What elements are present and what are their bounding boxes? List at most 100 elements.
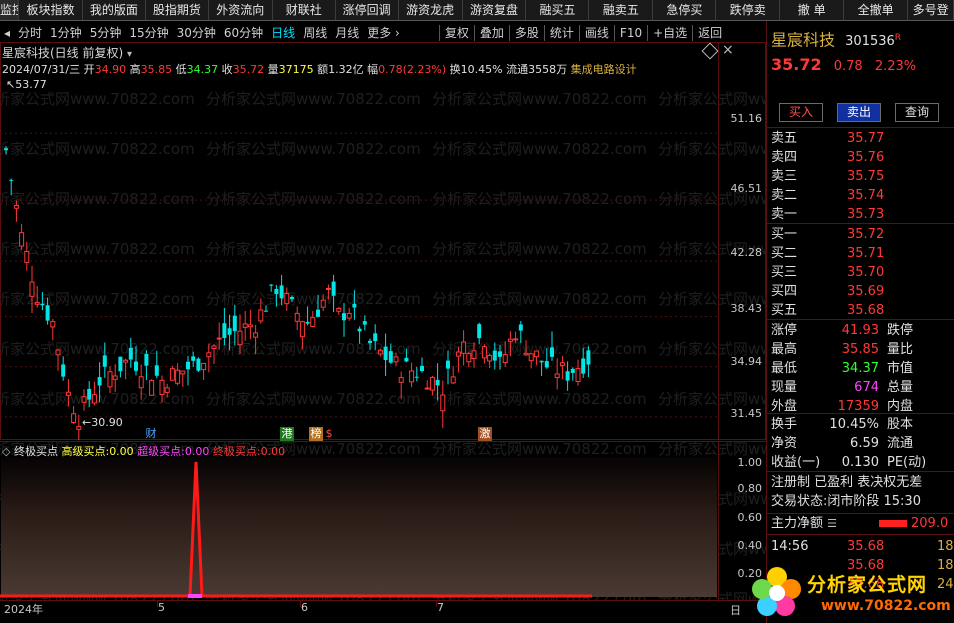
toolbar-button[interactable]: 外资流向 bbox=[209, 0, 273, 20]
candle-body bbox=[352, 303, 357, 308]
candle-body bbox=[398, 377, 404, 383]
period-tab[interactable]: 分时 bbox=[14, 24, 46, 42]
bids-row[interactable]: 买一 35.72 bbox=[771, 225, 951, 244]
period-tab[interactable]: 5分钟 bbox=[86, 24, 126, 42]
chart-tool-button[interactable]: 复权 bbox=[441, 24, 473, 42]
period-tab[interactable]: 月线 bbox=[331, 24, 363, 42]
asks-row[interactable]: 卖三 35.75 bbox=[771, 167, 951, 186]
candle-body bbox=[513, 338, 519, 341]
chart-tool-button[interactable]: +自选 bbox=[649, 24, 691, 42]
time-axis bbox=[0, 600, 766, 623]
query-button[interactable]: 查询 bbox=[895, 103, 939, 122]
tool-separator bbox=[613, 24, 615, 41]
asks-row[interactable]: 卖二 35.74 bbox=[771, 186, 951, 205]
chart-tool-button[interactable]: 多股 bbox=[511, 24, 543, 42]
chart-tool-button[interactable]: 画线 bbox=[581, 24, 613, 42]
toolbar-button[interactable]: 急停买 bbox=[653, 0, 717, 20]
toolbar-button[interactable]: 股指期货 bbox=[146, 0, 209, 20]
close-label: 收 bbox=[221, 63, 233, 76]
tick-row[interactable]: 14:56 35.68 18 bbox=[771, 537, 954, 556]
bids-row[interactable]: 买三 35.70 bbox=[771, 263, 951, 282]
chart-tool-button[interactable]: 统计 bbox=[546, 24, 578, 42]
prev-icon[interactable]: ◂ bbox=[0, 24, 14, 42]
toolbar-button[interactable]: 监控 bbox=[0, 0, 19, 20]
float-label: 流通 bbox=[506, 63, 529, 76]
indicator-chart[interactable] bbox=[0, 457, 718, 600]
toolbar-button[interactable]: 多号登 bbox=[908, 0, 954, 20]
candle-body bbox=[253, 332, 259, 338]
asks-price: 35.73 bbox=[847, 207, 885, 222]
bids-row[interactable]: 买二 35.71 bbox=[771, 244, 951, 263]
candle-body bbox=[539, 360, 544, 363]
bids-row[interactable]: 买四 35.69 bbox=[771, 282, 951, 301]
tick-time: 14:56 bbox=[771, 539, 809, 554]
candle-body bbox=[138, 376, 144, 389]
main-net-row[interactable]: 主力净额 ☰ 209.0 bbox=[771, 514, 951, 533]
sell-button[interactable]: 卖出 bbox=[837, 103, 881, 122]
buy-button[interactable]: 买入 bbox=[779, 103, 823, 122]
toolbar-button[interactable]: 融卖五 bbox=[589, 0, 654, 20]
toolbar-button[interactable]: 我的版面 bbox=[83, 0, 146, 20]
tool-separator bbox=[508, 24, 510, 41]
price-tick: 38.43 bbox=[730, 302, 763, 315]
toolbar-button[interactable]: 融买五 bbox=[526, 0, 590, 20]
period-tab[interactable]: 1分钟 bbox=[46, 24, 86, 42]
divider bbox=[767, 413, 954, 414]
chart-tool-button[interactable]: F10 bbox=[616, 24, 646, 42]
high-marker: ↖53.77 bbox=[6, 78, 47, 91]
asks-row[interactable]: 卖五 35.77 bbox=[771, 129, 951, 148]
candle-body bbox=[305, 321, 310, 324]
event-tag-gang[interactable]: 港 bbox=[280, 427, 294, 441]
event-tag-bang[interactable]: 榜 bbox=[309, 427, 323, 441]
bids-row[interactable]: 买五 35.68 bbox=[771, 301, 951, 320]
chart-tool-button[interactable]: 叠加 bbox=[476, 24, 508, 42]
kline-chart[interactable] bbox=[0, 78, 766, 440]
stat-label: 现量 bbox=[771, 380, 798, 395]
asks-row[interactable]: 卖一 35.73 bbox=[771, 205, 951, 224]
period-tab[interactable]: 60分钟 bbox=[220, 24, 267, 42]
toolbar-button[interactable]: 游资复盘 bbox=[463, 0, 527, 20]
stock-name: 星宸科技 bbox=[771, 30, 836, 50]
toolbar-button[interactable]: 板块指数 bbox=[19, 0, 83, 20]
stat-value: 674 bbox=[854, 380, 879, 395]
period-tab[interactable]: 30分钟 bbox=[173, 24, 220, 42]
event-tag-cai[interactable]: 财 bbox=[144, 427, 158, 441]
sector-value[interactable]: 集成电路设计 bbox=[571, 63, 637, 76]
toolbar-button[interactable]: 游资龙虎 bbox=[399, 0, 463, 20]
stat2-value: 10.45% bbox=[829, 417, 879, 432]
low-label: 低 bbox=[175, 63, 187, 76]
period-tab[interactable]: 周线 bbox=[299, 24, 331, 42]
candle-body bbox=[128, 347, 133, 360]
divider bbox=[767, 534, 954, 535]
candle-body bbox=[55, 349, 61, 356]
chart-title: 星宸科技(日线 前复权) ▾ bbox=[2, 44, 132, 61]
event-tag-dollar[interactable]: $ bbox=[322, 427, 336, 441]
toolbar-button[interactable]: 涨停回调 bbox=[336, 0, 399, 20]
open-value: 34.90 bbox=[94, 63, 127, 76]
stat2-row: 换手 10.45% 股本 bbox=[771, 415, 951, 434]
period-tab[interactable]: 更多 › bbox=[363, 24, 404, 42]
toolbar-button[interactable]: 全撤单 bbox=[844, 0, 909, 20]
candle-body bbox=[393, 356, 399, 363]
site-logo: 分析家公式网 www.70822.com bbox=[745, 560, 954, 623]
registration-line: 注册制 已盈利 表决权无差 bbox=[771, 475, 923, 490]
candle-body bbox=[222, 323, 227, 338]
candle-body bbox=[320, 299, 326, 308]
period-tab[interactable]: 日线 bbox=[267, 24, 299, 42]
asks-row[interactable]: 卖四 35.76 bbox=[771, 148, 951, 167]
candle-body bbox=[175, 369, 181, 384]
stat2-value: 6.59 bbox=[850, 436, 879, 451]
stat-label: 最低 bbox=[771, 361, 798, 376]
toolbar-button[interactable]: 撤 单 bbox=[780, 0, 845, 20]
chevron-down-icon[interactable]: ▾ bbox=[127, 49, 132, 60]
period-tab[interactable]: 15分钟 bbox=[125, 24, 172, 42]
asks-price: 35.74 bbox=[847, 188, 885, 203]
chart-tool-button[interactable]: 返回 bbox=[694, 24, 726, 42]
candle-body bbox=[216, 337, 222, 340]
event-tag-ji[interactable]: 激 bbox=[478, 427, 492, 441]
toolbar-button[interactable]: 财联社 bbox=[273, 0, 336, 20]
time-axis-corner[interactable]: 日 bbox=[730, 602, 741, 618]
main-net-label: 主力净额 bbox=[771, 516, 824, 531]
toolbar-button[interactable]: 跌停卖 bbox=[716, 0, 781, 20]
list-icon[interactable]: ☰ bbox=[827, 517, 837, 530]
